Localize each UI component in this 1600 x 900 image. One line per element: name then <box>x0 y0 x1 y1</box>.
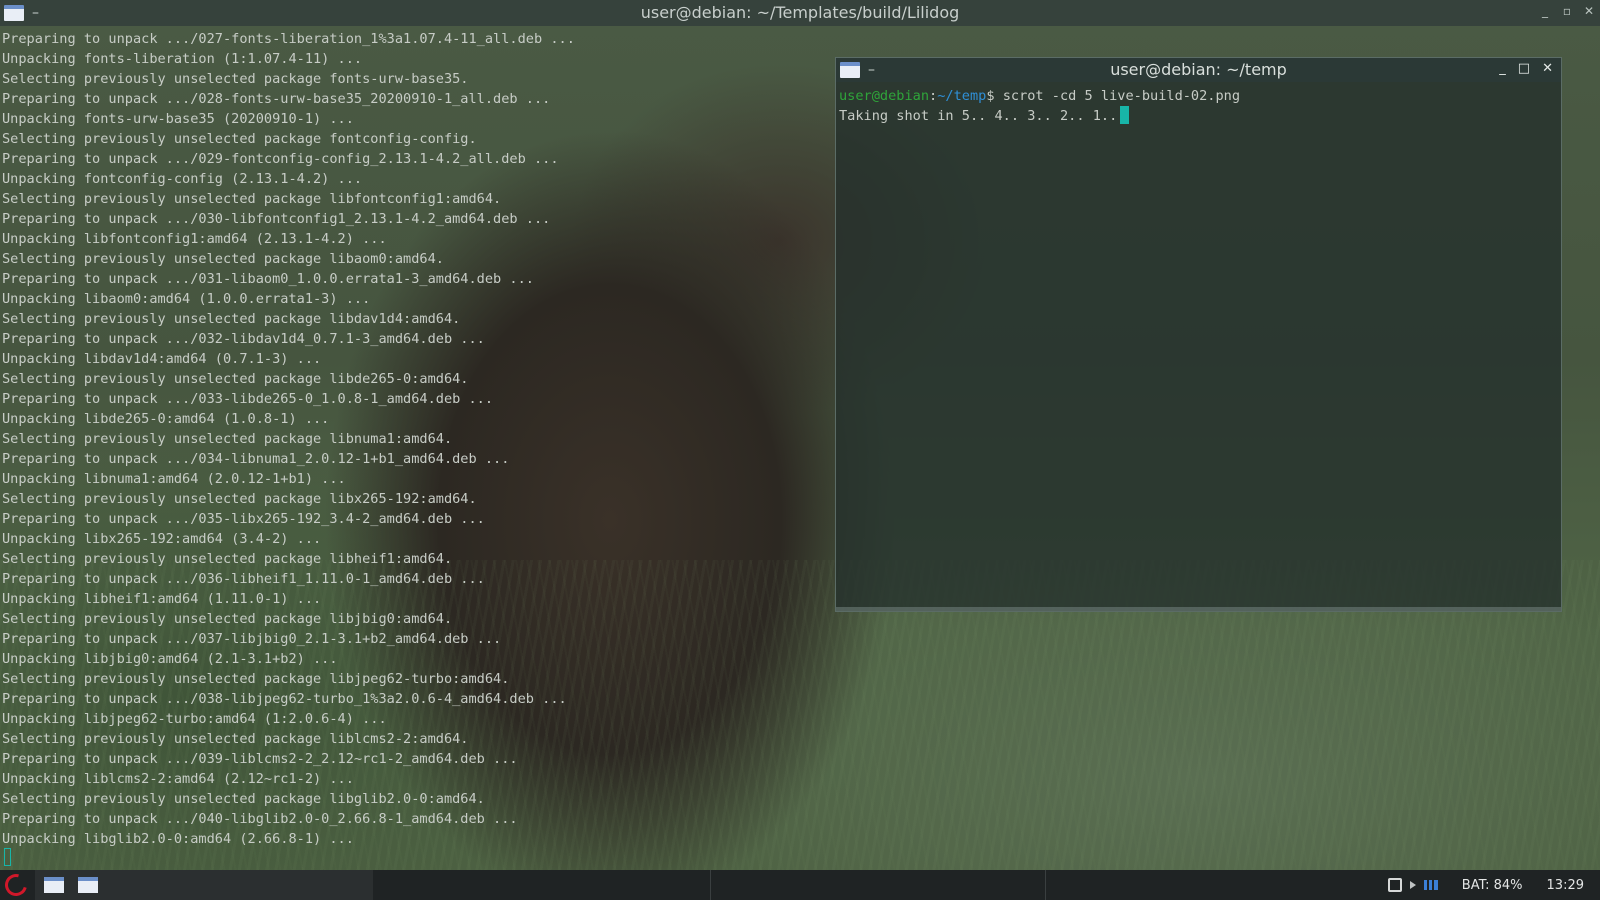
task-list <box>35 870 373 900</box>
terminal-line: Preparing to unpack .../040-libglib2.0-0… <box>2 811 518 827</box>
prompt-path: ~/temp <box>937 88 987 104</box>
main-terminal-cursor <box>4 848 11 866</box>
restore-button[interactable]: ▫ <box>1562 4 1572 18</box>
terminal-line: Selecting previously unselected package … <box>2 731 469 747</box>
minimize-button[interactable]: _ <box>1499 61 1506 76</box>
terminal-cursor <box>1120 106 1130 124</box>
taskbar-window-button-lilidog[interactable] <box>44 877 64 893</box>
prompt-user: user@debian <box>839 88 930 104</box>
minimize-button[interactable]: _ <box>1540 4 1550 18</box>
window-resize-border[interactable] <box>836 607 1561 611</box>
taskbar: BAT: 84% 13:29 <box>0 869 1600 900</box>
temp-terminal-body[interactable]: user@debian:~/temp$ scrot -cd 5 live-bui… <box>836 82 1561 130</box>
terminal-line: Unpacking liblcms2-2:amd64 (2.12~rc1-2) … <box>2 771 354 787</box>
main-window-controls: _ ▫ ✕ <box>1540 4 1594 18</box>
command-line: user@debian:~/temp$ scrot -cd 5 live-bui… <box>839 86 1558 106</box>
terminal-line: Unpacking libjbig0:amd64 (2.1-3.1+b2) ..… <box>2 651 338 667</box>
temp-window-controls: _ □ ✕ <box>1499 61 1553 76</box>
close-button[interactable]: ✕ <box>1584 4 1594 18</box>
taskbar-divider <box>710 870 711 900</box>
temp-window-titlebar[interactable]: – user@debian: ~/temp _ □ ✕ <box>836 58 1561 82</box>
command-text: scrot -cd 5 live-build-02.png <box>994 88 1241 104</box>
terminal-line: Preparing to unpack .../039-liblcms2-2_2… <box>2 751 518 767</box>
volume-icon[interactable] <box>1409 881 1416 889</box>
terminal-line: Preparing to unpack .../027-fonts-libera… <box>2 31 575 47</box>
prompt-symbol: $ <box>986 88 995 104</box>
terminal-line: Selecting previously unselected package … <box>2 671 510 687</box>
clock[interactable]: 13:29 <box>1547 878 1584 893</box>
debian-logo-icon[interactable] <box>0 869 32 900</box>
close-button[interactable]: ✕ <box>1542 61 1553 76</box>
terminal-line: Selecting previously unselected package … <box>2 791 485 807</box>
terminal-line: Unpacking libglib2.0-0:amd64 (2.66.8-1) … <box>2 831 354 847</box>
output-line: Taking shot in 5.. 4.. 3.. 2.. 1.. <box>839 106 1558 126</box>
terminal-line: Preparing to unpack .../038-libjpeg62-tu… <box>2 691 567 707</box>
countdown-output: Taking shot in 5.. 4.. 3.. 2.. 1.. <box>839 108 1118 124</box>
temp-window-title: user@debian: ~/temp <box>1110 60 1287 79</box>
main-window-title: user@debian: ~/Templates/build/Lilidog <box>640 3 960 22</box>
terminal-line: Unpacking libjpeg62-turbo:amd64 (1:2.0.6… <box>2 711 387 727</box>
temp-terminal-window[interactable]: – user@debian: ~/temp _ □ ✕ user@debian:… <box>835 57 1562 612</box>
taskbar-window-button-temp[interactable] <box>78 877 98 893</box>
taskbar-divider <box>1045 870 1046 900</box>
prompt-separator: : <box>929 88 938 104</box>
terminal-line: Preparing to unpack .../037-libjbig0_2.1… <box>2 631 502 647</box>
maximize-button[interactable]: □ <box>1518 61 1530 76</box>
network-signal-icon[interactable] <box>1423 880 1438 890</box>
main-window-titlebar[interactable]: – user@debian: ~/Templates/build/Lilidog… <box>0 0 1600 26</box>
package-update-icon[interactable] <box>1387 878 1402 892</box>
battery-status: BAT: 84% <box>1461 877 1523 893</box>
system-tray: BAT: 84% 13:29 <box>1387 870 1600 900</box>
terminal-line: Selecting previously unselected package … <box>2 611 453 627</box>
